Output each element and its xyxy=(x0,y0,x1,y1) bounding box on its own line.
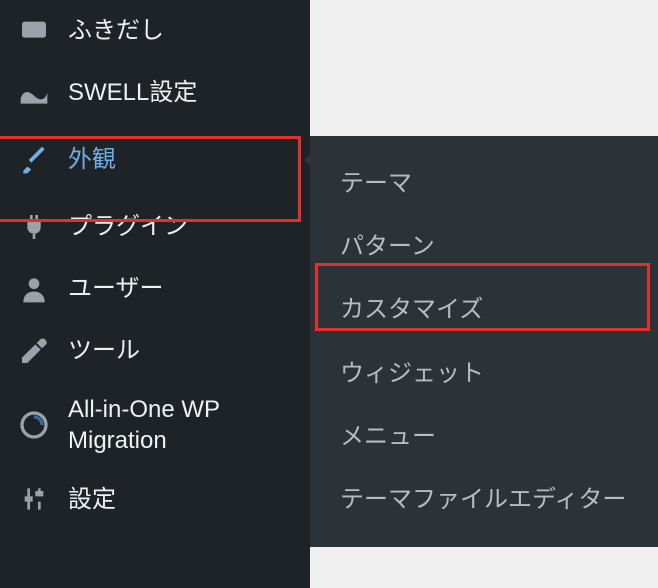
plug-icon xyxy=(18,211,50,243)
user-icon xyxy=(18,273,50,305)
speech-bubble-icon xyxy=(18,15,50,47)
sidebar-item-fukidashi[interactable]: ふきだし xyxy=(0,0,310,62)
submenu-item-menus[interactable]: メニュー xyxy=(310,405,658,468)
sidebar-item-label: SWELL設定 xyxy=(68,77,197,108)
submenu-item-themes[interactable]: テーマ xyxy=(310,152,658,215)
sidebar-item-users[interactable]: ユーザー xyxy=(0,258,310,320)
submenu-item-widgets[interactable]: ウィジェット xyxy=(310,342,658,405)
sidebar-item-label: 設定 xyxy=(68,484,116,515)
submenu-item-patterns[interactable]: パターン xyxy=(310,215,658,278)
sidebar-item-label: ふきだし xyxy=(68,15,164,46)
sidebar-item-swell[interactable]: SWELL設定 xyxy=(0,62,310,124)
sidebar-item-label: ツール xyxy=(68,335,140,366)
submenu-item-customize[interactable]: カスタマイズ xyxy=(310,278,658,341)
swell-icon xyxy=(18,77,50,109)
admin-sidebar: ふきだし SWELL設定 外観 プラグイン ユーザー ツール xyxy=(0,0,310,588)
sidebar-item-label: ユーザー xyxy=(68,273,164,304)
wrench-icon xyxy=(18,335,50,367)
submenu-item-theme-editor[interactable]: テーマファイルエディター xyxy=(310,468,658,531)
sidebar-item-appearance[interactable]: 外観 xyxy=(0,124,310,196)
migration-icon xyxy=(18,409,50,441)
sidebar-item-label: プラグイン xyxy=(68,211,188,242)
sidebar-item-tools[interactable]: ツール xyxy=(0,320,310,382)
sidebar-item-migration[interactable]: All-in-One WP Migration xyxy=(0,382,310,468)
brush-icon xyxy=(18,144,50,176)
sidebar-item-label: 外観 xyxy=(68,144,116,175)
sidebar-item-plugins[interactable]: プラグイン xyxy=(0,196,310,258)
appearance-submenu: テーマ パターン カスタマイズ ウィジェット メニュー テーマファイルエディター xyxy=(310,136,658,547)
sidebar-item-settings[interactable]: 設定 xyxy=(0,468,310,530)
settings-icon xyxy=(18,483,50,515)
sidebar-item-label: All-in-One WP Migration xyxy=(68,394,292,456)
